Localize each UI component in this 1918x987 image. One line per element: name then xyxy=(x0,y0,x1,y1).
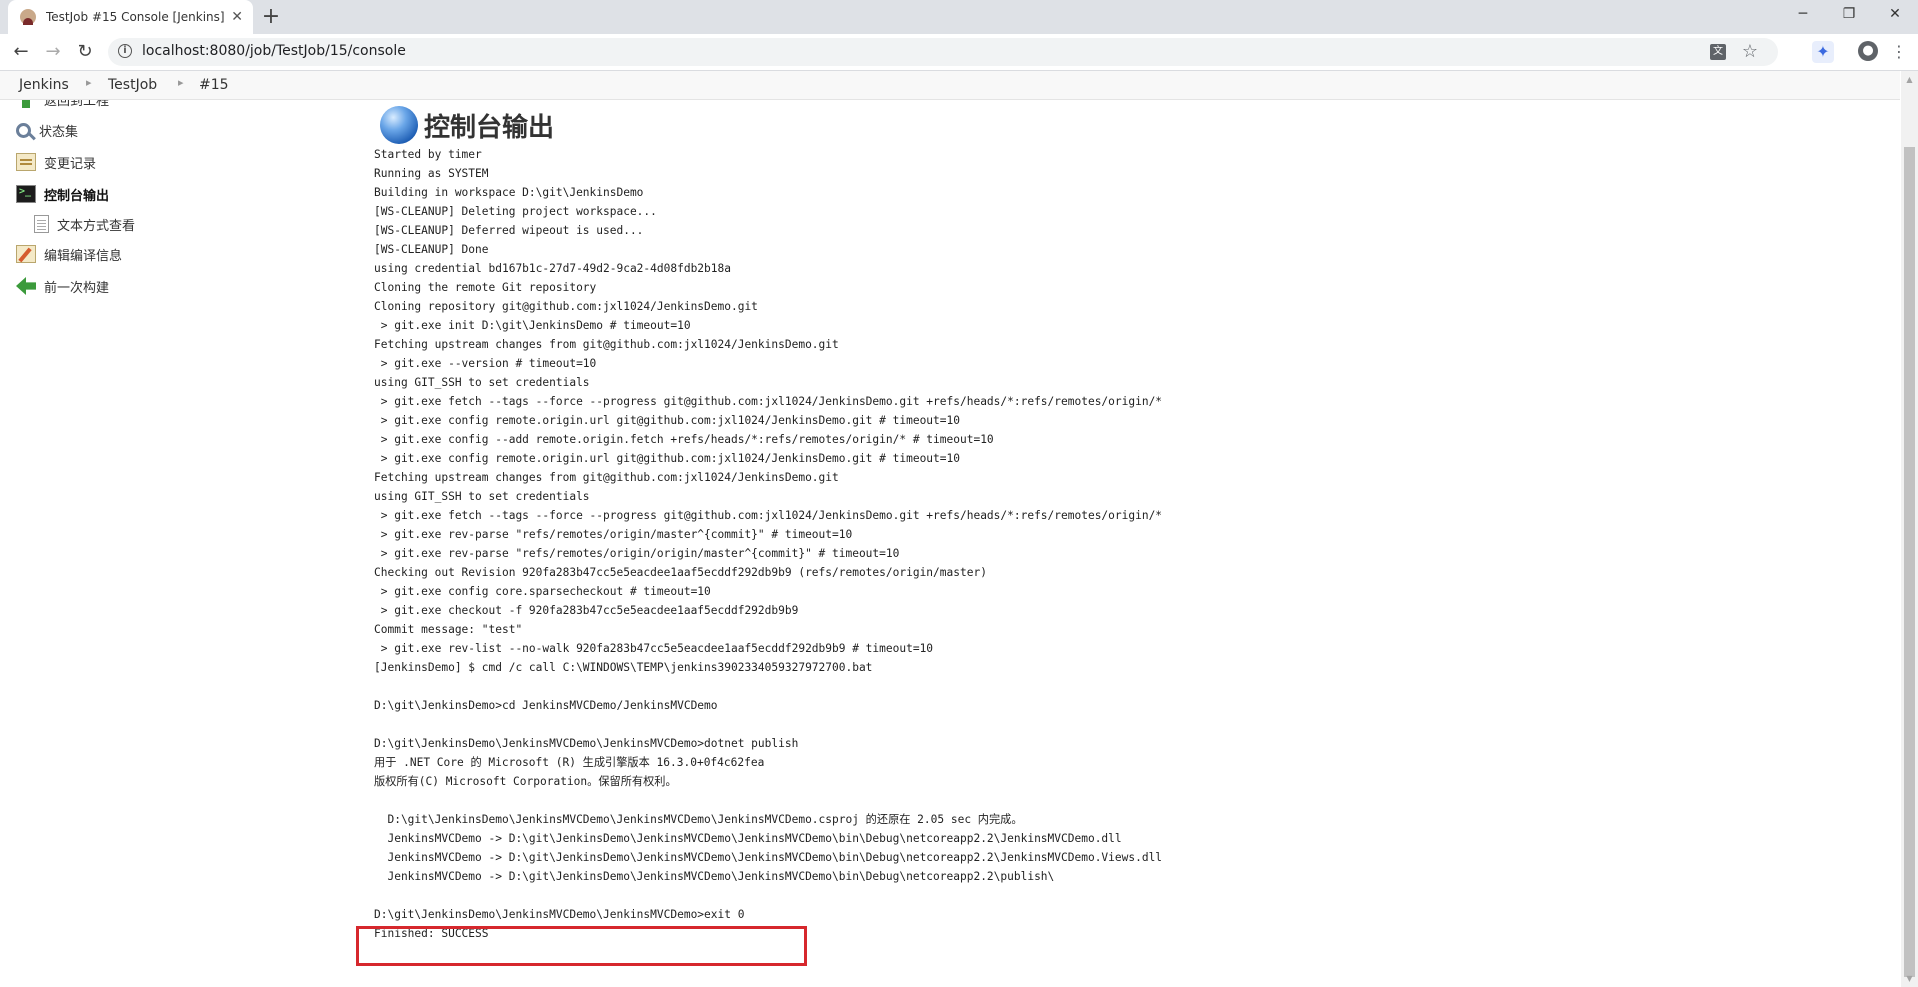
close-window-icon[interactable]: ✕ xyxy=(1872,0,1918,30)
edit-icon xyxy=(16,245,36,263)
jenkins-page: 返回到工程 状态集 变更记录 控制台输出 文本方式查看 编辑编译信息 前一次构建… xyxy=(0,71,1918,987)
console-line: 用于 .NET Core 的 Microsoft (R) 生成引擎版本 16.3… xyxy=(374,756,765,769)
page-heading: 控制台输出 xyxy=(380,105,554,145)
sidebar-item-label: 状态集 xyxy=(39,124,79,140)
sidebar-item-label: 前一次构建 xyxy=(44,280,110,296)
console-line: > git.exe init D:\git\JenkinsDemo # time… xyxy=(374,319,691,332)
jenkins-favicon-icon xyxy=(20,9,36,25)
console-line: D:\git\JenkinsDemo>cd JenkinsMVCDemo/Jen… xyxy=(374,699,718,712)
console-globe-icon xyxy=(380,106,418,144)
sidebar-item-console-output[interactable]: 控制台输出 xyxy=(16,183,109,205)
console-line: using credential bd167b1c-27d7-49d2-9ca2… xyxy=(374,262,731,275)
console-line: Cloning repository git@github.com:jxl102… xyxy=(374,300,758,313)
sidebar-item-edit-build-info[interactable]: 编辑编译信息 xyxy=(16,243,122,265)
console-line: Started by timer xyxy=(374,148,482,161)
console-line: > git.exe config core.sparsecheckout # t… xyxy=(374,585,711,598)
notepad-icon xyxy=(16,153,36,171)
console-line: Checking out Revision 920fa283b47cc5e5ea… xyxy=(374,566,987,579)
site-info-icon[interactable]: i xyxy=(118,44,132,58)
highlight-box xyxy=(356,926,807,966)
breadcrumb-item-jenkins[interactable]: Jenkins xyxy=(19,77,69,93)
console-line: [WS-CLEANUP] Done xyxy=(374,243,489,256)
sidebar-item-changes[interactable]: 变更记录 xyxy=(16,151,96,173)
sidebar-item-label: 编辑编译信息 xyxy=(44,248,123,264)
search-icon xyxy=(16,122,31,138)
reload-icon[interactable]: ↻ xyxy=(72,39,98,65)
browser-toolbar: ← → ↻ i localhost:8080/job/TestJob/15/co… xyxy=(0,34,1918,71)
console-line: > git.exe rev-parse "refs/remotes/origin… xyxy=(374,528,853,541)
console-line: JenkinsMVCDemo -> D:\git\JenkinsDemo\Jen… xyxy=(374,832,1122,845)
console-line: JenkinsMVCDemo -> D:\git\JenkinsDemo\Jen… xyxy=(374,851,1163,864)
console-line: Running as SYSTEM xyxy=(374,167,489,180)
console-line: Fetching upstream changes from git@githu… xyxy=(374,338,839,351)
breadcrumb-separator-icon[interactable]: ▸ xyxy=(86,76,92,89)
tab-title: TestJob #15 Console [Jenkins] xyxy=(46,10,225,24)
browser-tab-strip: TestJob #15 Console [Jenkins] ✕ + ─ ❐ ✕ xyxy=(0,0,1918,34)
console-line: Commit message: "test" xyxy=(374,623,523,636)
console-line: > git.exe rev-list --no-walk 920fa283b47… xyxy=(374,642,934,655)
console-line: Building in workspace D:\git\JenkinsDemo xyxy=(374,186,644,199)
console-line: using GIT_SSH to set credentials xyxy=(374,490,590,503)
profile-avatar-icon[interactable]: ● xyxy=(1858,41,1878,61)
translate-icon[interactable]: 文 xyxy=(1710,44,1726,60)
sidebar-item-previous-build[interactable]: 前一次构建 xyxy=(16,275,109,297)
sidebar-item-label: 变更记录 xyxy=(44,156,97,172)
console-line: [JenkinsDemo] $ cmd /c call C:\WINDOWS\T… xyxy=(374,661,873,674)
breadcrumb: Jenkins ▸ TestJob ▸ #15 xyxy=(0,71,1900,100)
bookmark-star-icon[interactable]: ☆ xyxy=(1742,41,1758,62)
document-icon xyxy=(34,215,49,233)
restore-window-icon[interactable]: ❐ xyxy=(1826,0,1872,30)
terminal-icon xyxy=(16,185,36,203)
console-line: [WS-CLEANUP] Deleting project workspace.… xyxy=(374,205,657,218)
console-line: > git.exe config remote.origin.url git@g… xyxy=(374,452,960,465)
breadcrumb-item-job[interactable]: TestJob xyxy=(108,77,157,93)
forward-arrow-icon[interactable]: → xyxy=(40,39,66,65)
console-line: > git.exe config --add remote.origin.fet… xyxy=(374,433,994,446)
console-line: > git.exe config remote.origin.url git@g… xyxy=(374,414,960,427)
console-line: Fetching upstream changes from git@githu… xyxy=(374,471,839,484)
console-line: D:\git\JenkinsDemo\JenkinsMVCDemo\Jenkin… xyxy=(374,908,745,921)
url-text[interactable]: localhost:8080/job/TestJob/15/console xyxy=(142,43,406,59)
sidebar-item-label: 文本方式查看 xyxy=(57,218,136,234)
sidebar-item-view-as-plain-text[interactable]: 文本方式查看 xyxy=(34,213,135,235)
sidebar-item-label: 控制台输出 xyxy=(44,188,110,204)
console-line: [WS-CLEANUP] Deferred wipeout is used... xyxy=(374,224,644,237)
console-line: > git.exe fetch --tags --force --progres… xyxy=(374,395,1163,408)
console-line: > git.exe checkout -f 920fa283b47cc5e5ea… xyxy=(374,604,799,617)
page-title: 控制台输出 xyxy=(424,112,555,143)
breadcrumb-item-build[interactable]: #15 xyxy=(199,77,229,93)
browser-menu-icon[interactable]: ⋮ xyxy=(1888,41,1910,63)
new-tab-button[interactable]: + xyxy=(258,4,284,30)
scroll-up-icon[interactable]: ▲ xyxy=(1901,71,1918,88)
console-output: Started by timer Running as SYSTEM Buildin… xyxy=(374,145,1162,943)
sidebar-item-status[interactable]: 状态集 xyxy=(16,119,78,141)
console-line: 版权所有(C) Microsoft Corporation。保留所有权利。 xyxy=(374,775,677,788)
console-line: D:\git\JenkinsDemo\JenkinsMVCDemo\Jenkin… xyxy=(374,737,799,750)
minimize-window-icon[interactable]: ─ xyxy=(1780,0,1826,30)
back-arrow-icon[interactable]: ← xyxy=(8,39,34,65)
console-line: using GIT_SSH to set credentials xyxy=(374,376,590,389)
console-line: > git.exe rev-parse "refs/remotes/origin… xyxy=(374,547,900,560)
console-line: > git.exe --version # timeout=10 xyxy=(374,357,597,370)
browser-tab[interactable]: TestJob #15 Console [Jenkins] ✕ xyxy=(8,0,253,34)
console-line: JenkinsMVCDemo -> D:\git\JenkinsDemo\Jen… xyxy=(374,870,1055,883)
console-line: D:\git\JenkinsDemo\JenkinsMVCDemo\Jenkin… xyxy=(374,813,1023,826)
console-line: Cloning the remote Git repository xyxy=(374,281,597,294)
back-arrow-icon xyxy=(16,277,36,295)
tab-close-icon[interactable]: ✕ xyxy=(231,9,243,25)
scroll-down-icon[interactable]: ▼ xyxy=(1901,970,1918,987)
console-line: > git.exe fetch --tags --force --progres… xyxy=(374,509,1163,522)
extension-icon[interactable]: ✦ xyxy=(1812,41,1834,63)
address-bar[interactable]: i localhost:8080/job/TestJob/15/console … xyxy=(108,38,1778,66)
scrollbar-thumb[interactable] xyxy=(1904,147,1915,977)
breadcrumb-separator-icon[interactable]: ▸ xyxy=(178,76,184,89)
page-scrollbar[interactable]: ▲ ▼ xyxy=(1901,71,1918,987)
